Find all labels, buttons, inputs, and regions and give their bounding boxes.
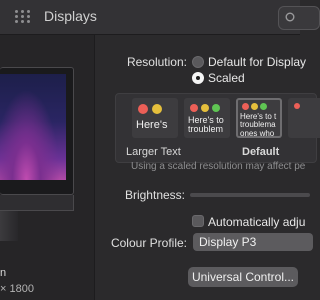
green-dot (260, 103, 267, 110)
display-size: n (0, 267, 7, 279)
brightness-label: Brightness: (124, 188, 185, 202)
colour-profile-dropdown[interactable]: Display P3 (193, 233, 313, 251)
universal-control-button[interactable]: Universal Control... (188, 267, 298, 287)
monitor-bezel (0, 67, 74, 195)
auto-brightness-checkbox[interactable] (192, 215, 204, 227)
radio-scaled[interactable] (192, 72, 204, 84)
display-preview-panel: n × 1800 (0, 35, 95, 300)
red-dot (190, 104, 198, 112)
brightness-slider[interactable] (190, 193, 310, 197)
colour-profile-value: Display P3 (199, 235, 257, 249)
resolution-label: Resolution: (126, 55, 187, 69)
auto-brightness-label[interactable]: Automatically adju (208, 215, 305, 229)
window-titlebar: Displays (0, 0, 320, 35)
scale-option-4[interactable] (288, 98, 320, 138)
colour-profile-label: Colour Profile: (110, 236, 187, 250)
scale-option-default[interactable]: Here's to t troublema ones who (236, 98, 282, 138)
thumb-sample-text: Here's (136, 119, 168, 131)
scale-option-2[interactable]: Here's to troublem (184, 98, 230, 138)
red-dot (138, 104, 148, 114)
display-monitor-image (0, 67, 74, 241)
show-all-grid-icon[interactable] (15, 10, 31, 24)
monitor-wallpaper (0, 74, 66, 180)
option-scaled[interactable]: Scaled (208, 71, 245, 85)
display-resolution: × 1800 (0, 283, 34, 295)
search-field[interactable] (278, 6, 320, 30)
display-settings: Resolution: Default for Display Scaled H… (95, 35, 320, 300)
scaled-resolution-options: Here's Here's to troublem Here's to t tr… (115, 93, 320, 163)
scale-option-larger-text[interactable]: Here's (132, 98, 178, 138)
yellow-dot (251, 103, 258, 110)
caption-default: Default (242, 146, 280, 158)
window-title: Displays (44, 8, 97, 24)
search-icon (285, 12, 295, 22)
yellow-dot (152, 104, 162, 114)
red-dot (242, 103, 249, 110)
monitor-stand (0, 211, 18, 241)
monitor-chin (0, 195, 74, 211)
scaled-resolution-hint: Using a scaled resolution may affect pe (131, 161, 306, 172)
green-dot (212, 104, 220, 112)
option-default-for-display[interactable]: Default for Display (208, 55, 306, 69)
red-dot (294, 103, 300, 109)
thumb-sample-text: Here's to troublem (188, 115, 224, 135)
thumb-sample-text: Here's to t troublema ones who (240, 112, 277, 138)
yellow-dot (201, 104, 209, 112)
radio-default-for-display[interactable] (192, 56, 204, 68)
caption-larger-text: Larger Text (126, 146, 181, 158)
